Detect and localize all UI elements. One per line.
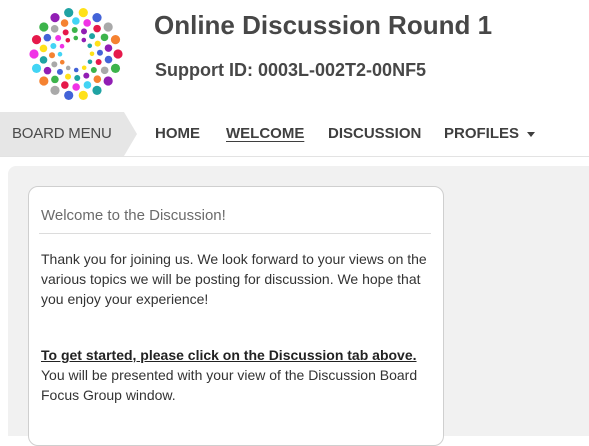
logo-dot — [49, 52, 56, 59]
logo-dot — [93, 75, 102, 83]
logo-dot — [104, 55, 113, 64]
logo-dot — [39, 44, 48, 53]
logo-dot — [78, 90, 88, 100]
logo-dot — [62, 29, 69, 36]
logo-dot — [93, 24, 101, 33]
logo-dot — [50, 25, 59, 33]
cta-rest-text: You will be presented with your view of … — [41, 367, 418, 403]
logo-dot — [92, 85, 102, 95]
logo-dot — [60, 19, 69, 27]
panel-title: Welcome to the Discussion! — [41, 207, 226, 224]
logo-dot — [74, 74, 81, 81]
logo-dot — [51, 75, 59, 84]
logo-dot — [87, 43, 93, 49]
logo-dot — [113, 49, 123, 59]
nav-welcome[interactable]: WELCOME — [226, 112, 304, 156]
logo-dot — [89, 33, 96, 40]
logo-dot — [100, 33, 109, 42]
logo-dot — [65, 37, 71, 43]
logo-dot — [104, 44, 113, 52]
logo-dot — [95, 59, 102, 65]
logo-dot — [96, 49, 103, 56]
logo-dot — [71, 27, 78, 34]
logo-dot — [31, 35, 42, 45]
logo-dot — [83, 19, 91, 27]
logo-dot — [57, 51, 63, 57]
logo — [29, 8, 123, 100]
nav-profiles[interactable]: PROFILES — [444, 112, 536, 156]
logo-dot — [81, 28, 87, 35]
logo-dot — [72, 83, 80, 91]
board-menu-button[interactable]: BOARD MENU — [0, 112, 137, 156]
header: Online Discussion Round 1 Support ID: 00… — [0, 0, 589, 112]
logo-dot — [55, 34, 62, 41]
logo-dot — [39, 76, 49, 86]
page-title: Online Discussion Round 1 — [154, 10, 493, 40]
logo-dot — [61, 81, 69, 89]
intro-text: Thank you for joining us. We look forwar… — [41, 251, 427, 307]
logo-dot — [50, 13, 60, 23]
nav-discussion-label: DISCUSSION — [328, 125, 422, 142]
logo-dot — [81, 37, 87, 43]
logo-dot — [83, 81, 92, 89]
logo-dot — [103, 76, 113, 86]
caret-down-icon — [527, 131, 536, 137]
logo-dot — [43, 33, 52, 42]
logo-dot — [110, 63, 121, 73]
logo-dot — [92, 13, 102, 23]
nav-bar: BOARD MENU HOME WELCOME DISCUSSION PROFI… — [0, 112, 589, 157]
logo-dot — [72, 17, 80, 25]
logo-dot — [78, 8, 88, 18]
logo-dot — [50, 85, 60, 95]
logo-dot — [65, 73, 71, 80]
logo-dot — [64, 90, 74, 100]
nav-discussion[interactable]: DISCUSSION — [328, 112, 421, 156]
nav-home-label: HOME — [155, 125, 200, 142]
logo-dot — [39, 22, 49, 32]
support-id: Support ID: 0003L-002T2-00NF5 — [155, 60, 427, 80]
discussion-tab-link[interactable]: To get started, please click on the Disc… — [41, 347, 417, 363]
cta-paragraph: To get started, please click on the Disc… — [41, 345, 437, 405]
logo-dot — [65, 65, 71, 71]
nav-profiles-label: PROFILES — [444, 125, 520, 142]
logo-dot — [51, 61, 58, 68]
logo-dot — [64, 8, 74, 18]
logo-dot — [50, 43, 57, 49]
logo-dot — [81, 65, 87, 71]
logo-dot — [103, 22, 113, 32]
logo-dot — [56, 68, 63, 75]
logo-dot — [73, 67, 79, 73]
panel-divider — [39, 233, 431, 234]
logo-dot — [59, 59, 65, 65]
logo-dot — [29, 49, 39, 59]
logo-dot — [100, 66, 109, 75]
logo-dot — [83, 72, 90, 79]
logo-dot — [94, 40, 101, 47]
logo-dot — [59, 43, 65, 49]
panel-body: Thank you for joining us. We look forwar… — [41, 249, 437, 405]
welcome-panel: Welcome to the Discussion! Thank you for… — [28, 186, 444, 446]
logo-dot — [43, 66, 52, 75]
logo-dot — [73, 35, 79, 41]
logo-dot — [87, 59, 93, 65]
nav-home[interactable]: HOME — [155, 112, 200, 156]
logo-dot — [110, 35, 121, 45]
logo-dot — [39, 56, 48, 64]
nav-welcome-label: WELCOME — [226, 125, 305, 142]
logo-dot — [89, 51, 95, 57]
logo-dot — [90, 67, 97, 74]
logo-dot — [31, 63, 42, 73]
